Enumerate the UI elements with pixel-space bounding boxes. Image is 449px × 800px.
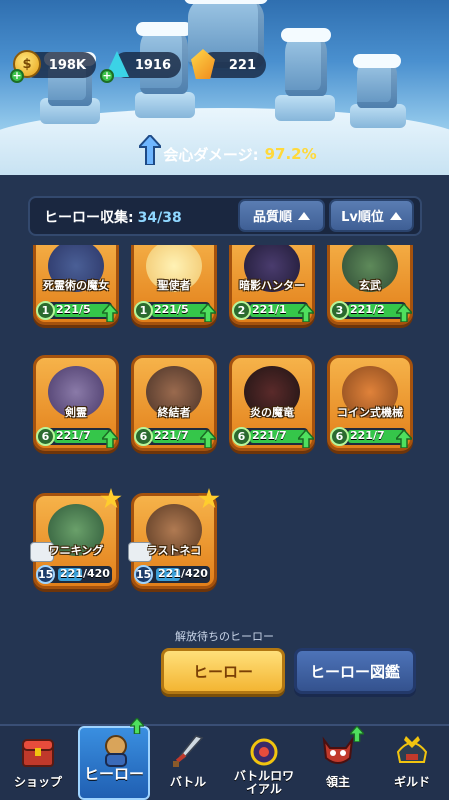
hero-tab-button[interactable]: ヒーロー bbox=[161, 648, 285, 694]
hero-level: 6 bbox=[36, 427, 55, 446]
hero-name: 剣霊 bbox=[65, 406, 87, 419]
hero-level: 3 bbox=[330, 301, 349, 320]
gem-amount: 1916 bbox=[134, 57, 171, 73]
hero-card[interactable]: 聖使者 1 221/5 bbox=[131, 245, 217, 325]
upgrade-arrow-icon bbox=[396, 430, 412, 448]
screen: 198K $ + 1916 + 221 会心ダメージ: 97.2% ヒーロー収集… bbox=[0, 0, 449, 800]
upgrade-arrow-icon bbox=[102, 304, 118, 322]
nav-hero[interactable]: ヒーロー bbox=[78, 718, 150, 800]
hero-progress: 221/420 bbox=[158, 567, 208, 580]
hero-grid: 死霊術の魔女 1 221/5 聖使者 1 221/5 暗影ハンター 2 221/… bbox=[0, 245, 449, 623]
hero-progress: 221/7 bbox=[56, 429, 91, 442]
samurai-helmet-icon bbox=[396, 736, 428, 763]
sort-level-button[interactable]: Lv順位 bbox=[329, 199, 414, 232]
nav-lord[interactable]: 領主 bbox=[302, 726, 374, 800]
hero-card[interactable]: 玄武 3 221/2 bbox=[327, 245, 413, 325]
hero-icon bbox=[105, 735, 127, 767]
upgrade-arrow-icon bbox=[298, 430, 314, 448]
nav-shop[interactable]: ショップ bbox=[2, 726, 74, 800]
hero-progress: 221/5 bbox=[154, 303, 189, 316]
add-gem-icon[interactable]: + bbox=[100, 69, 114, 83]
hero-card[interactable]: 剣霊 6 221/7 bbox=[33, 355, 119, 451]
hero-progress: 221/7 bbox=[154, 429, 189, 442]
hero-card[interactable]: 終結者 6 221/7 bbox=[131, 355, 217, 451]
hero-level: 1 bbox=[36, 301, 55, 320]
gold-coin-icon: $ + bbox=[10, 47, 44, 83]
upgrade-arrow-icon bbox=[200, 304, 216, 322]
hero-name: 玄武 bbox=[359, 279, 381, 292]
hero-level: 6 bbox=[232, 427, 251, 446]
hero-card[interactable]: 暗影ハンター 2 221/1 bbox=[229, 245, 315, 325]
upgrade-arrow-icon bbox=[298, 304, 314, 322]
hero-name: 暗影ハンター bbox=[239, 279, 305, 292]
hero-name: ワニキング bbox=[48, 544, 104, 557]
nav-shop-label: ショップ bbox=[13, 775, 62, 789]
hero-level: 1 bbox=[134, 301, 153, 320]
nav-battle[interactable]: バトル bbox=[152, 726, 224, 800]
hero-level: 6 bbox=[330, 427, 349, 446]
sort-up-icon bbox=[298, 211, 310, 220]
hero-dex-button[interactable]: ヒーロー図鑑 bbox=[294, 648, 416, 694]
hero-level: 15 bbox=[36, 565, 55, 584]
hero-progress: 221/5 bbox=[56, 303, 91, 316]
star-icon bbox=[198, 488, 220, 509]
upgrade-arrow-icon bbox=[200, 430, 216, 448]
hero-name: ラストネコ bbox=[146, 544, 202, 557]
nav-hero-label: ヒーロー bbox=[83, 765, 144, 783]
laurel-eye-icon bbox=[250, 738, 278, 766]
crystal-amount: 221 bbox=[228, 57, 256, 73]
nav-battle-label: バトル bbox=[169, 775, 207, 789]
unreleased-heroes-label: 解放待ちのヒーロー bbox=[175, 630, 274, 643]
nav-guild[interactable]: ギルド bbox=[376, 726, 448, 800]
upgrade-arrow-icon bbox=[350, 726, 364, 742]
sort-quality-label: 品質順 bbox=[252, 210, 292, 225]
sort-quality-button[interactable]: 品質順 bbox=[238, 199, 325, 232]
hero-progress: 221/420 bbox=[60, 567, 110, 580]
gold-amount: 198K bbox=[48, 57, 86, 73]
hero-name: 死霊術の魔女 bbox=[43, 279, 109, 292]
hero-name: 聖使者 bbox=[157, 279, 191, 292]
add-gold-icon[interactable]: + bbox=[10, 69, 24, 83]
upgrade-arrow-icon bbox=[396, 304, 412, 322]
crit-value: 97.2% bbox=[264, 145, 317, 163]
hero-progress: 221/7 bbox=[350, 429, 385, 442]
star-icon bbox=[100, 488, 122, 509]
hero-name: 終結者 bbox=[157, 406, 191, 419]
upgrade-arrow-icon bbox=[130, 718, 144, 734]
nav-battle-royale[interactable]: バトルロワイアル bbox=[226, 726, 302, 800]
hero-progress: 221/2 bbox=[350, 303, 385, 316]
hero-level: 6 bbox=[134, 427, 153, 446]
up-arrow-icon bbox=[139, 135, 161, 165]
hero-level: 2 bbox=[232, 301, 251, 320]
orange-crystal-icon bbox=[186, 47, 220, 81]
upgrade-arrow-icon bbox=[102, 430, 118, 448]
hero-progress: 221/7 bbox=[252, 429, 287, 442]
crit-label: 会心ダメージ: bbox=[163, 145, 259, 164]
sort-level-label: Lv順位 bbox=[341, 210, 384, 225]
hero-card[interactable]: ラストネコ 15 221/420 bbox=[128, 488, 220, 589]
hero-card[interactable]: 死霊術の魔女 1 221/5 bbox=[33, 245, 119, 325]
treasure-chest-icon bbox=[22, 739, 54, 767]
blue-gem-icon: + bbox=[100, 47, 134, 83]
sword-icon bbox=[173, 735, 204, 767]
hero-level: 15 bbox=[134, 565, 153, 584]
crit-damage-banner: 会心ダメージ: 97.2% bbox=[130, 138, 350, 170]
hero-card[interactable]: 炎の魔竜 6 221/7 bbox=[229, 355, 315, 451]
hero-card[interactable]: ワニキング 15 221/420 bbox=[30, 488, 122, 589]
collection-count: 34/38 bbox=[137, 210, 182, 226]
hero-card[interactable]: コイン式機械 6 221/7 bbox=[327, 355, 413, 451]
hero-name: 炎の魔竜 bbox=[250, 406, 294, 419]
hero-progress: 221/1 bbox=[252, 303, 287, 316]
sort-up-icon bbox=[389, 211, 402, 220]
collection-label: ヒーロー収集: 34/38 bbox=[44, 210, 182, 226]
nav-battle-royale-label: バトルロワイアル bbox=[233, 769, 295, 796]
nav-lord-label: 領主 bbox=[325, 775, 350, 789]
nav-guild-label: ギルド bbox=[393, 775, 430, 789]
hero-name: コイン式機械 bbox=[337, 406, 403, 419]
